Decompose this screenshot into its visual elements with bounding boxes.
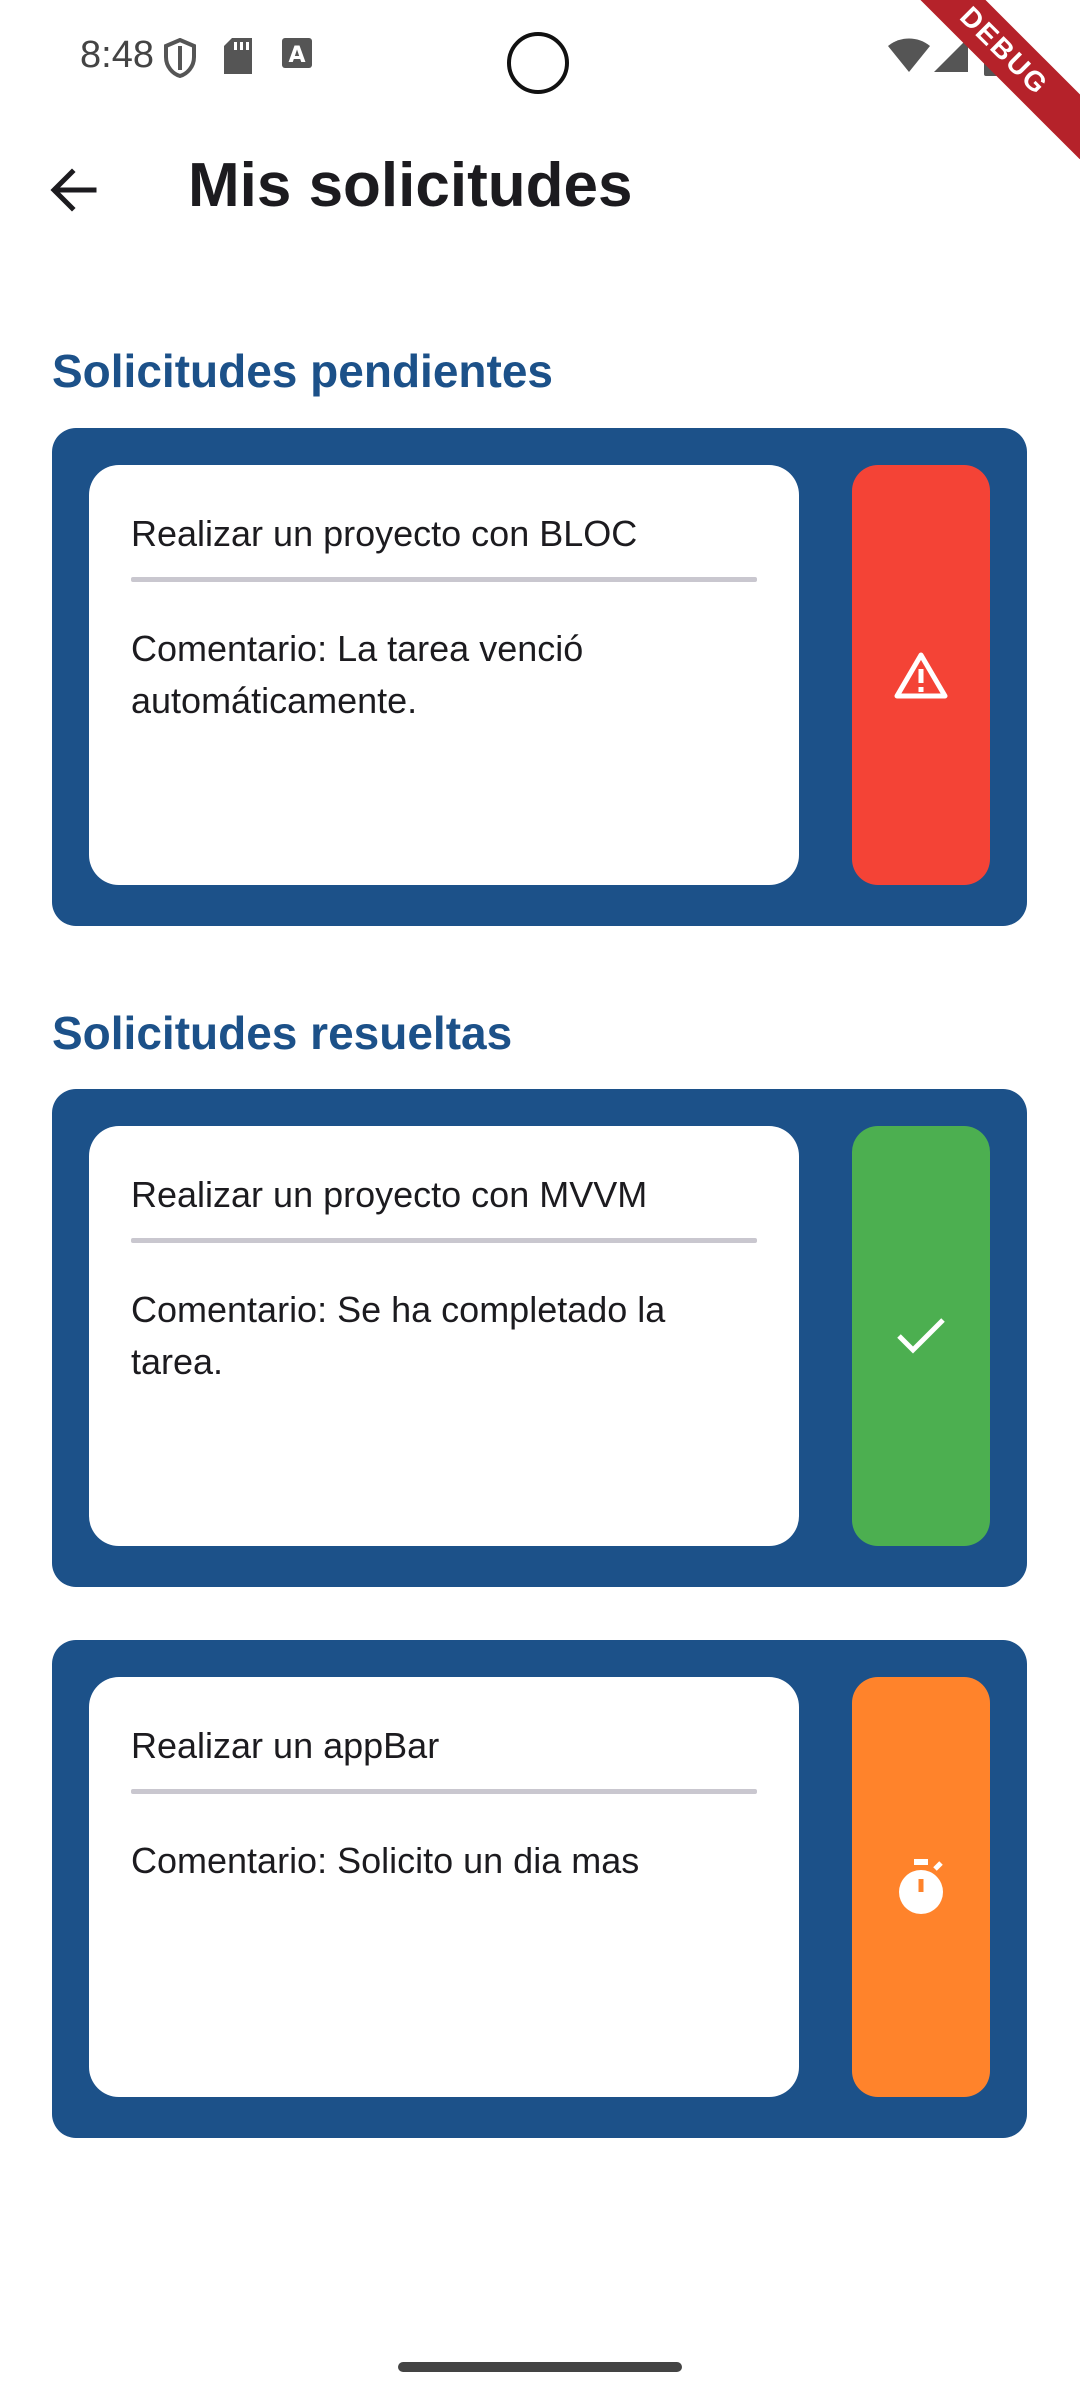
section-title-pending: Solicitudes pendientes bbox=[52, 345, 553, 397]
status-button-warning[interactable] bbox=[852, 465, 990, 885]
request-comment: Comentario: Solicito un dia mas bbox=[131, 1840, 640, 1881]
section-title-resolved: Solicitudes resueltas bbox=[52, 1007, 513, 1059]
request-title: Realizar un proyecto con BLOC bbox=[131, 513, 638, 554]
request-comment: Comentario: La tarea venció automáticame… bbox=[131, 628, 584, 721]
wifi-icon bbox=[888, 38, 930, 72]
status-bar: 8:48 A DEBUG bbox=[0, 0, 1080, 160]
warning-icon bbox=[894, 652, 948, 699]
request-card-body: Realizar un proyecto con BLOC Comentario… bbox=[89, 465, 799, 885]
status-button-timer[interactable] bbox=[852, 1677, 990, 2097]
divider bbox=[131, 1238, 757, 1243]
check-icon bbox=[897, 1318, 945, 1354]
request-comment: Comentario: Se ha completado la tarea. bbox=[131, 1289, 666, 1382]
request-title: Realizar un appBar bbox=[131, 1725, 440, 1766]
camera-cutout bbox=[507, 32, 569, 94]
text-a-icon: A bbox=[282, 38, 312, 68]
timer-icon bbox=[899, 1859, 943, 1914]
debug-banner: DEBUG bbox=[895, 0, 1080, 160]
request-card-body: Realizar un proyecto con MVVM Comentario… bbox=[89, 1126, 799, 1546]
status-button-completed[interactable] bbox=[852, 1126, 990, 1546]
home-indicator[interactable] bbox=[398, 2362, 682, 2372]
divider bbox=[131, 1789, 757, 1794]
request-title: Realizar un proyecto con MVVM bbox=[131, 1174, 648, 1215]
request-card[interactable]: Realizar un appBar Comentario: Solicito … bbox=[52, 1640, 1027, 2138]
request-card-body: Realizar un appBar Comentario: Solicito … bbox=[89, 1677, 799, 2097]
request-card[interactable]: Realizar un proyecto con BLOC Comentario… bbox=[52, 428, 1027, 926]
arrow-back-icon[interactable] bbox=[44, 160, 104, 220]
divider bbox=[131, 577, 757, 582]
status-time: 8:48 bbox=[80, 34, 154, 76]
request-card[interactable]: Realizar un proyecto con MVVM Comentario… bbox=[52, 1089, 1027, 1587]
shield-icon bbox=[164, 38, 196, 78]
svg-text:A: A bbox=[288, 43, 305, 68]
page-title: Mis solicitudes bbox=[188, 151, 633, 220]
sd-card-icon bbox=[224, 38, 252, 74]
